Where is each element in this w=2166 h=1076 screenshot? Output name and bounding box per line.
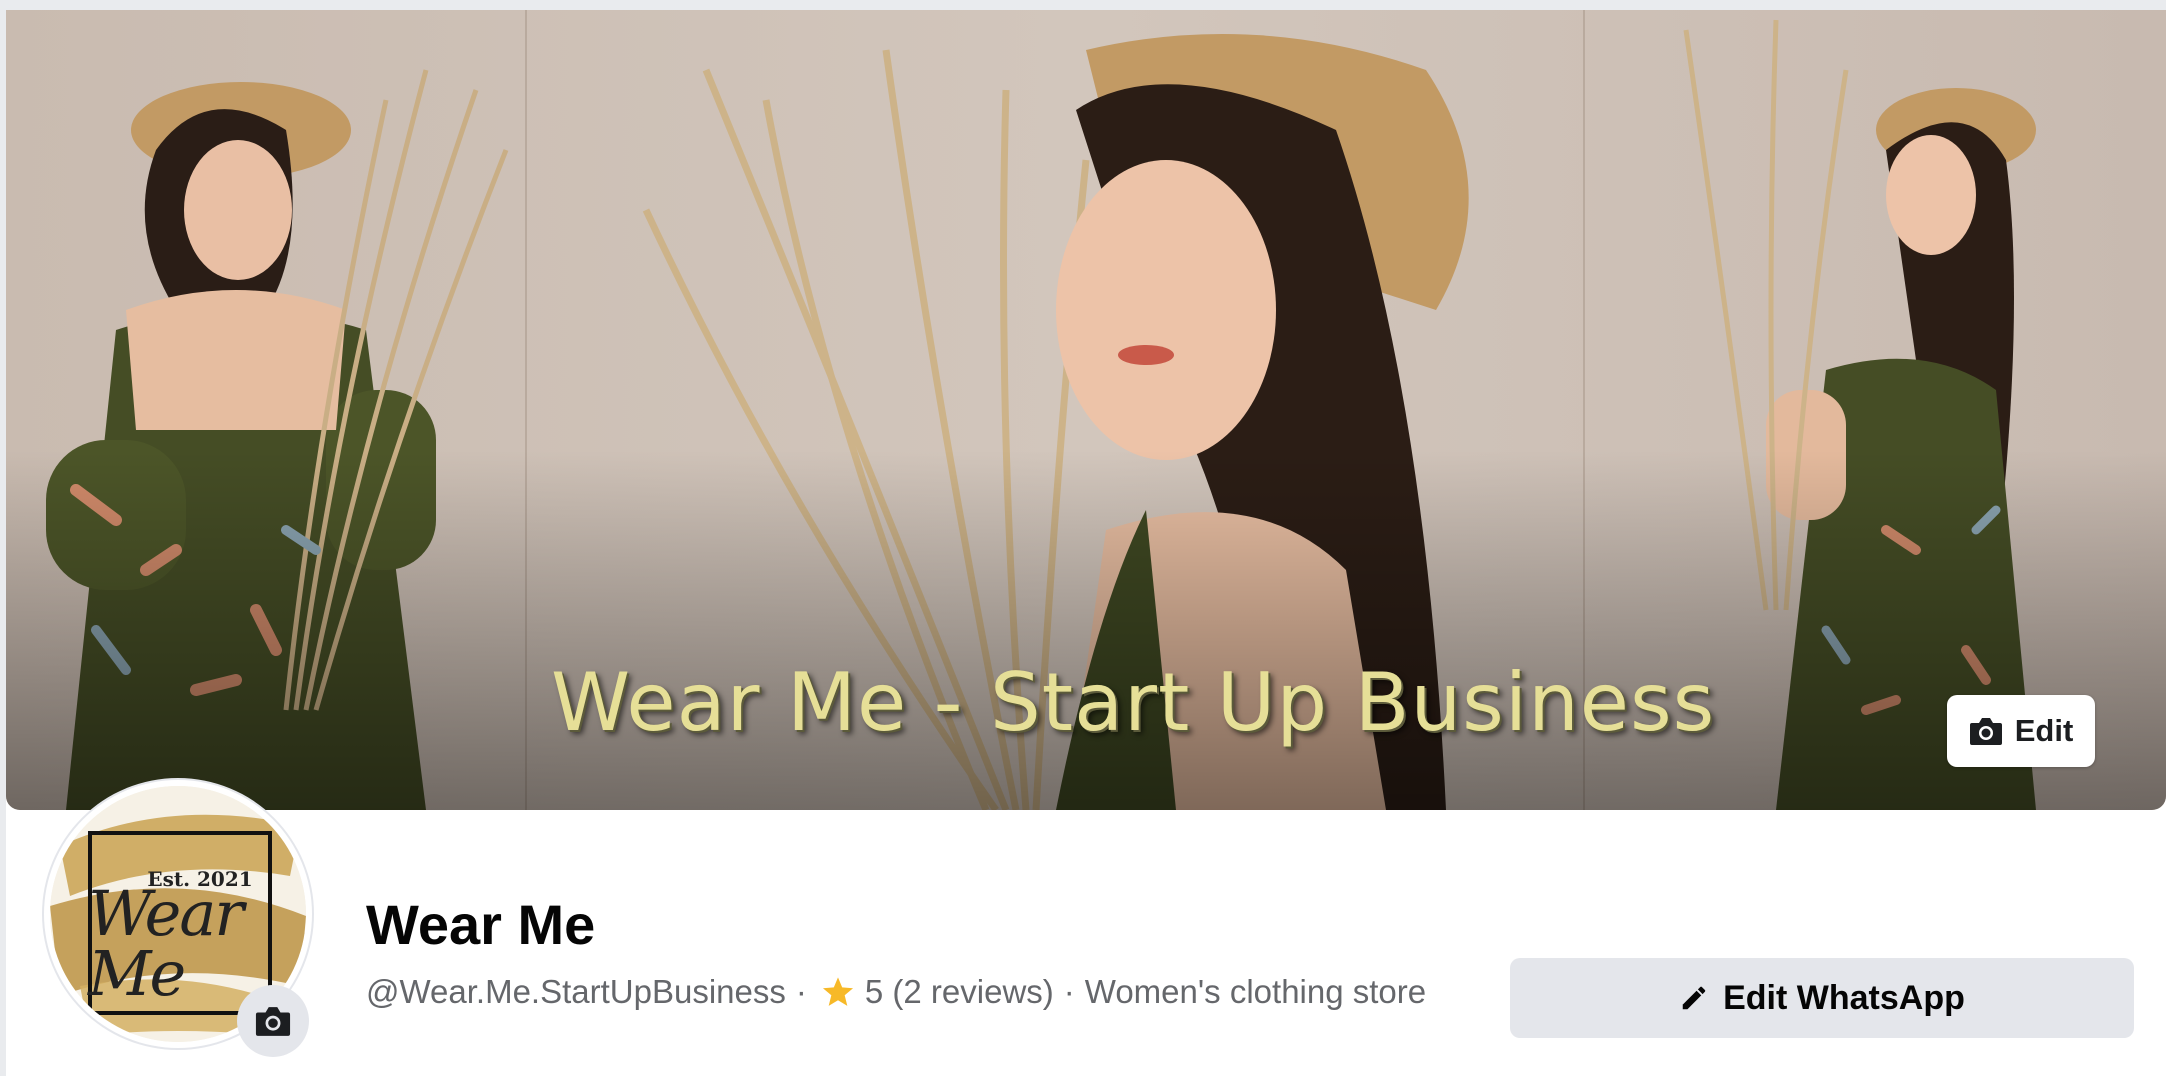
update-profile-picture-button[interactable] [237, 985, 309, 1057]
logo-wordmark: Wear Me [88, 877, 244, 1010]
cover-photo[interactable]: Wear Me - Start Up Business Edit [6, 10, 2166, 810]
camera-icon [254, 1005, 292, 1037]
edit-whatsapp-label: Edit WhatsApp [1723, 978, 1965, 1017]
edit-cover-label: Edit [2014, 713, 2074, 748]
page-handle[interactable]: @Wear.Me.StartUpBusiness [366, 973, 786, 1011]
edit-whatsapp-button[interactable]: Edit WhatsApp [1510, 958, 2134, 1038]
page-title: Wear Me [366, 893, 596, 956]
edit-cover-button[interactable]: Edit [1947, 695, 2095, 767]
rating-text[interactable]: 5 (2 reviews) [865, 973, 1054, 1011]
meta-separator: · [795, 973, 807, 1010]
star-icon [821, 976, 855, 1008]
meta-separator: · [1063, 973, 1075, 1010]
page-meta: @Wear.Me.StartUpBusiness · 5 (2 reviews)… [366, 973, 1426, 1011]
page-category[interactable]: Women's clothing store [1085, 973, 1426, 1011]
pencil-icon [1679, 983, 1709, 1013]
profile-picture-frame[interactable]: Est. 2021 Wear Me [44, 780, 312, 1057]
camera-icon [1969, 716, 2003, 746]
cover-title-text: Wear Me - Start Up Business [551, 656, 1716, 749]
